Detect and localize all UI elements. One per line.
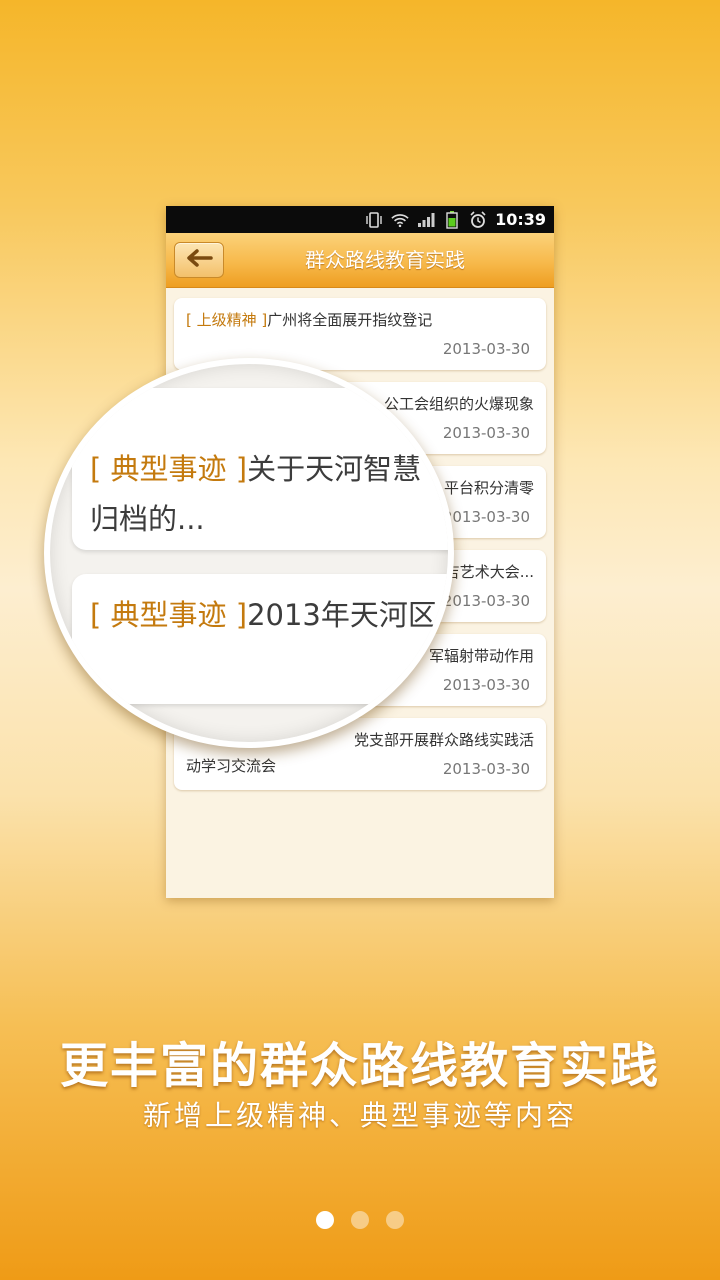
item-title-text: 吉艺术大会...: [444, 563, 534, 581]
item-date: 2013-03-30: [442, 424, 530, 442]
vibrate-icon: [365, 211, 383, 228]
status-bar: 10:39: [166, 206, 554, 233]
magnified-card: [ 典型事迹 ]关于天河智慧 归档的...: [72, 388, 448, 550]
magnified-title: [ 典型事迹 ]关于天河智慧: [90, 446, 421, 488]
magnified-card: [ 典型事迹 ]2013年天河区: [72, 574, 448, 704]
item-date: 2013-03-30: [442, 676, 530, 694]
signal-icon: [417, 212, 435, 228]
magnified-title-line2: 归档的...: [90, 502, 205, 536]
magnified-text: 关于天河智慧: [247, 452, 422, 486]
item-date: 2013-03-30: [442, 592, 530, 610]
magnified-tag: [ 典型事迹 ]: [90, 598, 248, 632]
page-dot-1[interactable]: [316, 1211, 334, 1229]
app-title: 群众路线教育实践: [305, 248, 465, 272]
back-button[interactable]: [174, 242, 224, 278]
magnified-title: [ 典型事迹 ]2013年天河区: [90, 592, 437, 634]
alarm-icon: [469, 210, 487, 228]
item-date: 2013-03-30: [442, 760, 530, 778]
item-title: [ 上级精神 ]广州将全面展开指纹登记: [186, 310, 534, 330]
item-title-text: 党支部开展群众路线实践活: [353, 731, 534, 749]
magnifier-lens: [ 典型事迹 ]关于天河智慧 归档的... [ 典型事迹 ]2013年天河区: [44, 358, 454, 748]
arrow-left-icon: [184, 248, 214, 272]
app-bar: 群众路线教育实践: [166, 233, 554, 288]
item-date: 2013-03-30: [442, 340, 530, 358]
wifi-icon: [391, 212, 409, 228]
magnified-text: 2013年天河区: [247, 598, 437, 632]
status-time: 10:39: [495, 210, 546, 229]
item-tag: [ 上级精神 ]: [186, 311, 268, 329]
item-title-line2: 动学习交流会: [186, 757, 277, 775]
item-title-text: 广州将全面展开指纹登记: [267, 311, 433, 329]
item-title-text: 平台积分清零: [443, 479, 534, 497]
item-date: 2013-03-30: [442, 508, 530, 526]
battery-icon: [443, 210, 461, 229]
page-dot-3[interactable]: [386, 1211, 404, 1229]
feature-headline: 更丰富的群众路线教育实践: [59, 1038, 660, 1094]
page-indicator: [0, 1211, 720, 1229]
page-dot-2[interactable]: [351, 1211, 369, 1229]
feature-subheadline: 新增上级精神、典型事迹等内容: [142, 1099, 577, 1132]
magnified-tag: [ 典型事迹 ]: [90, 452, 248, 486]
